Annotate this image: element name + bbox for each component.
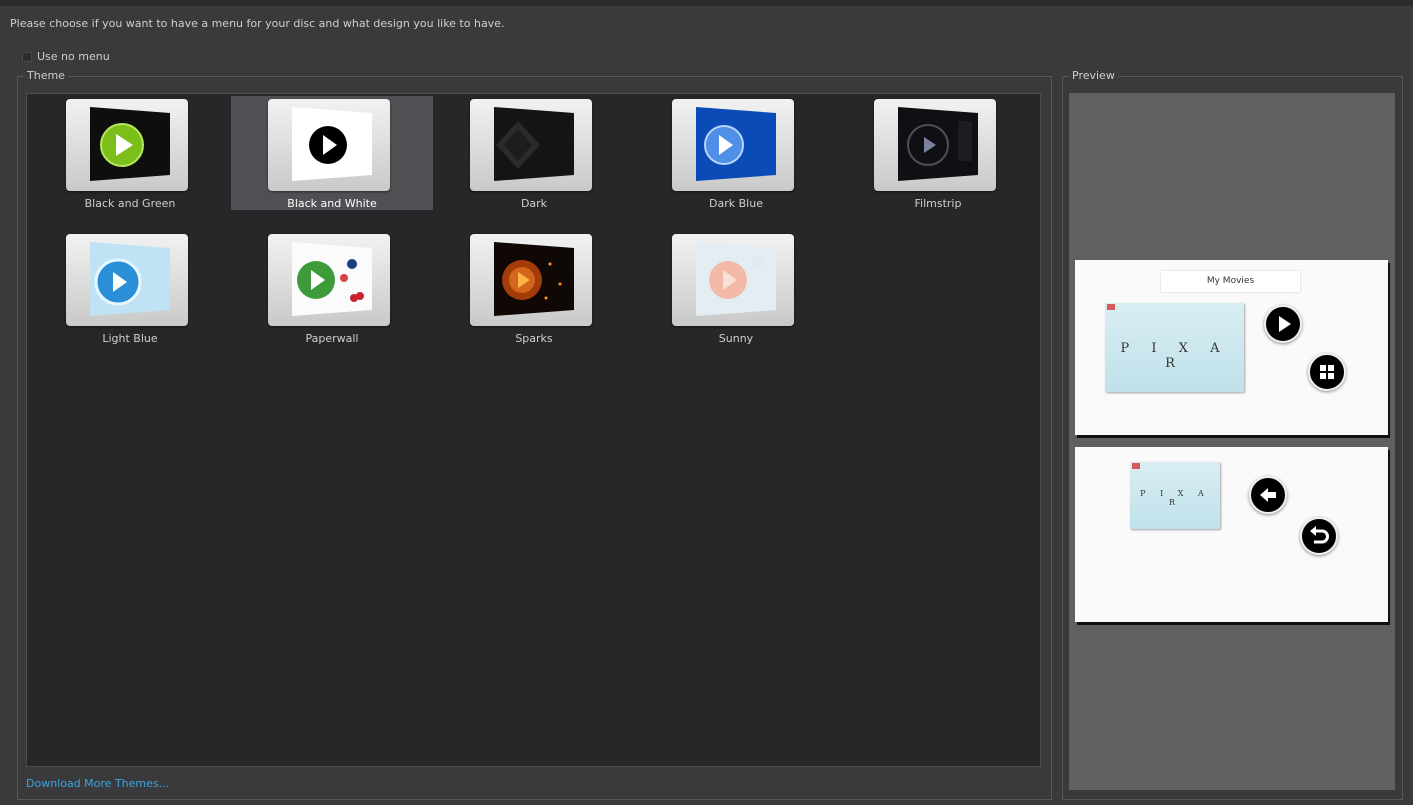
theme-sparks-thumbnail <box>470 234 592 326</box>
theme-label: Black and Green <box>84 197 176 210</box>
chapters-grid-icon <box>1308 353 1346 391</box>
checkbox-box[interactable] <box>22 51 32 62</box>
theme-item-black-and-white[interactable]: Black and White <box>231 96 433 210</box>
preview-chapter-menu: P I X A R <box>1075 447 1388 622</box>
theme-list: Black and Green Black and White Dark Dar… <box>26 93 1041 767</box>
play-icon <box>1264 305 1302 343</box>
back-arrow-icon <box>1249 476 1287 514</box>
return-icon <box>1300 517 1338 555</box>
theme-label: Sunny <box>718 332 754 345</box>
preview-main-menu: My Movies P I X A R <box>1075 260 1388 435</box>
video-title-text: P I X A R <box>1120 341 1229 371</box>
preview-area <box>1069 93 1395 790</box>
theme-item-sunny[interactable]: Sunny <box>635 231 837 345</box>
theme-label: Sparks <box>515 332 553 345</box>
theme-black-and-white-thumbnail <box>268 99 390 191</box>
theme-dark-thumbnail <box>470 99 592 191</box>
theme-label: Dark <box>520 197 548 210</box>
video-tag-icon <box>1132 463 1140 469</box>
theme-label: Black and White <box>287 197 377 210</box>
preview-video-thumbnail: P I X A R <box>1105 303 1244 392</box>
theme-item-black-and-green[interactable]: Black and Green <box>29 96 231 210</box>
theme-label: Paperwall <box>305 332 359 345</box>
theme-item-paperwall[interactable]: Paperwall <box>231 231 433 345</box>
theme-sunny-thumbnail <box>672 234 794 326</box>
preview-video-thumbnail: P I X A R <box>1130 462 1220 529</box>
use-no-menu-checkbox[interactable]: Use no menu <box>22 50 110 63</box>
preview-group-label: Preview <box>1069 69 1118 83</box>
theme-item-sparks[interactable]: Sparks <box>433 231 635 345</box>
theme-black-and-green-thumbnail <box>66 99 188 191</box>
theme-group-label: Theme <box>24 69 68 83</box>
video-title-text: P I X A R <box>1140 489 1210 507</box>
theme-item-dark-blue[interactable]: Dark Blue <box>635 96 837 210</box>
theme-item-dark[interactable]: Dark <box>433 96 635 210</box>
video-tag-icon <box>1107 304 1115 310</box>
theme-paperwall-thumbnail <box>268 234 390 326</box>
preview-menu-title: My Movies <box>1161 271 1300 292</box>
theme-light-blue-thumbnail <box>66 234 188 326</box>
theme-label: Filmstrip <box>914 197 962 210</box>
theme-item-filmstrip[interactable]: Filmstrip <box>837 96 1039 210</box>
download-more-themes-link[interactable]: Download More Themes... <box>26 777 169 790</box>
instruction-text: Please choose if you want to have a menu… <box>10 17 505 30</box>
theme-item-light-blue[interactable]: Light Blue <box>29 231 231 345</box>
theme-label: Light Blue <box>102 332 158 345</box>
use-no-menu-label: Use no menu <box>37 50 110 63</box>
theme-label: Dark Blue <box>709 197 763 210</box>
theme-dark-blue-thumbnail <box>672 99 794 191</box>
window-top-edge <box>0 0 1413 6</box>
theme-filmstrip-thumbnail <box>874 99 996 191</box>
